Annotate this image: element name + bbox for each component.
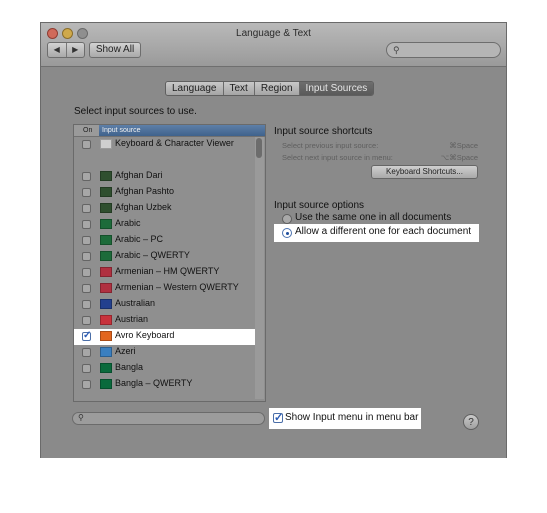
list-item-label: Bangla [115, 362, 144, 372]
list-item[interactable]: Austrian [74, 313, 255, 329]
flag-australia [100, 299, 112, 309]
next-source-label: Select next input source in menu: [282, 153, 393, 162]
list-scrollbar[interactable] [255, 137, 264, 399]
checkbox[interactable] [82, 364, 91, 373]
tab-bar: Language Text Region Input Sources [165, 81, 375, 96]
tab-text[interactable]: Text [223, 82, 255, 95]
scrollbar-thumb[interactable] [256, 138, 262, 158]
input-source-list: On Input source Keyboard & Character Vie… [73, 124, 266, 402]
checkbox[interactable] [82, 348, 91, 357]
show-all-button[interactable]: Show All [89, 42, 141, 58]
flag-austria [100, 315, 112, 325]
avro-icon [100, 331, 112, 341]
checkbox[interactable] [82, 268, 91, 277]
preferences-search-field[interactable]: ⚲ [386, 42, 501, 58]
checkbox[interactable] [82, 252, 91, 261]
list-item[interactable]: Bangla [74, 361, 255, 377]
keyboard-shortcuts-button[interactable]: Keyboard Shortcuts... [371, 165, 478, 179]
list-item[interactable]: Arabic – QWERTY [74, 249, 255, 265]
list-prompt: Select input sources to use. [74, 106, 197, 117]
search-icon: ⚲ [78, 413, 84, 422]
list-header: On Input source [74, 125, 265, 137]
list-search-field[interactable]: ⚲ [72, 412, 265, 425]
title-bar: Language & Text ◀ ▶ Show All ⚲ [41, 23, 506, 67]
column-header-input-source[interactable]: Input source [99, 125, 265, 136]
flag-armenia [100, 283, 112, 293]
back-forward-buttons: ◀ ▶ [47, 42, 85, 58]
checkbox[interactable] [82, 140, 91, 149]
flag-bangladesh [100, 363, 112, 373]
list-item[interactable]: Avro Keyboard [74, 329, 255, 345]
show-input-menu-label: Show Input menu in menu bar [285, 412, 419, 423]
flag-afghanistan [100, 187, 112, 197]
tab-language[interactable]: Language [166, 82, 224, 95]
checkbox[interactable] [82, 236, 91, 245]
list-item[interactable]: Afghan Dari [74, 169, 255, 185]
list-item-label: Keyboard & Character Viewer [115, 138, 234, 148]
checkbox[interactable] [82, 316, 91, 325]
column-header-on[interactable]: On [74, 125, 99, 136]
back-button[interactable]: ◀ [48, 43, 67, 57]
list-item[interactable]: Azeri [74, 345, 255, 361]
list-item-label: Afghan Pashto [115, 186, 175, 196]
show-input-menu-checkbox[interactable]: Show Input menu in menu bar [269, 408, 421, 429]
checkbox-checked[interactable] [273, 411, 283, 424]
list-item-label: Austrian [115, 314, 149, 324]
list-item-label: Arabic [115, 218, 141, 228]
flag-azerbaijan [100, 347, 112, 357]
list-item[interactable]: Afghan Uzbek [74, 201, 255, 217]
tab-region[interactable]: Region [254, 82, 300, 95]
checkbox[interactable] [82, 300, 91, 309]
prev-source-label: Select previous input source: [282, 141, 379, 150]
list-item-label: Armenian – HM QWERTY [115, 266, 220, 276]
radio-same-all-documents[interactable] [282, 214, 292, 224]
arabic-icon [100, 251, 112, 261]
pane-content: Language Text Region Input Sources Selec… [41, 67, 506, 458]
list-item-label: Australian [115, 298, 156, 308]
checkbox-checked[interactable] [82, 330, 91, 341]
checkbox[interactable] [82, 204, 91, 213]
checkbox[interactable] [82, 220, 91, 229]
list-item-label: Avro Keyboard [115, 330, 175, 340]
list-item[interactable]: Armenian – Western QWERTY [74, 281, 255, 297]
keyboard-viewer-icon [100, 139, 112, 149]
checkbox[interactable] [82, 188, 91, 197]
list-item[interactable]: Afghan Pashto [74, 185, 255, 201]
list-item-label: Arabic – QWERTY [115, 250, 190, 260]
list-item-label: Afghan Dari [115, 170, 163, 180]
prev-source-key: ⌘Space [449, 141, 478, 150]
list-item-label: Afghan Uzbek [115, 202, 172, 212]
shortcuts-title: Input source shortcuts [274, 126, 373, 137]
list-item[interactable]: Arabic [74, 217, 255, 233]
tab-input-sources[interactable]: Input Sources [299, 82, 374, 95]
flag-bangladesh [100, 379, 112, 389]
checkbox[interactable] [82, 284, 91, 293]
list-item[interactable]: Bangla – QWERTY [74, 377, 255, 393]
search-icon: ⚲ [393, 45, 400, 55]
list-item-label: Bangla – QWERTY [115, 378, 193, 388]
arabic-icon [100, 235, 112, 245]
arabic-icon [100, 219, 112, 229]
preferences-window: Language & Text ◀ ▶ Show All ⚲ Language … [40, 22, 507, 458]
help-button[interactable]: ? [463, 414, 479, 430]
list-item-label: Arabic – PC [115, 234, 164, 244]
flag-afghanistan [100, 203, 112, 213]
next-source-key: ⌥⌘Space [440, 153, 478, 162]
list-item[interactable]: Keyboard & Character Viewer [74, 137, 255, 153]
option-different-each-document-label: Allow a different one for each document [295, 226, 472, 237]
list-item[interactable]: Armenian – HM QWERTY [74, 265, 255, 281]
options-title: Input source options [274, 200, 365, 211]
window-title: Language & Text [236, 28, 311, 39]
flag-afghanistan [100, 171, 112, 181]
list-item[interactable]: Australian [74, 297, 255, 313]
checkbox[interactable] [82, 380, 91, 389]
checkbox[interactable] [82, 172, 91, 181]
list-item-label: Armenian – Western QWERTY [115, 282, 239, 292]
list-item-label: Azeri [115, 346, 136, 356]
flag-armenia [100, 267, 112, 277]
forward-button[interactable]: ▶ [67, 43, 85, 57]
list-item[interactable]: Arabic – PC [74, 233, 255, 249]
option-same-all-documents-label: Use the same one in all documents [295, 212, 452, 223]
radio-different-each-document[interactable] [282, 228, 292, 238]
